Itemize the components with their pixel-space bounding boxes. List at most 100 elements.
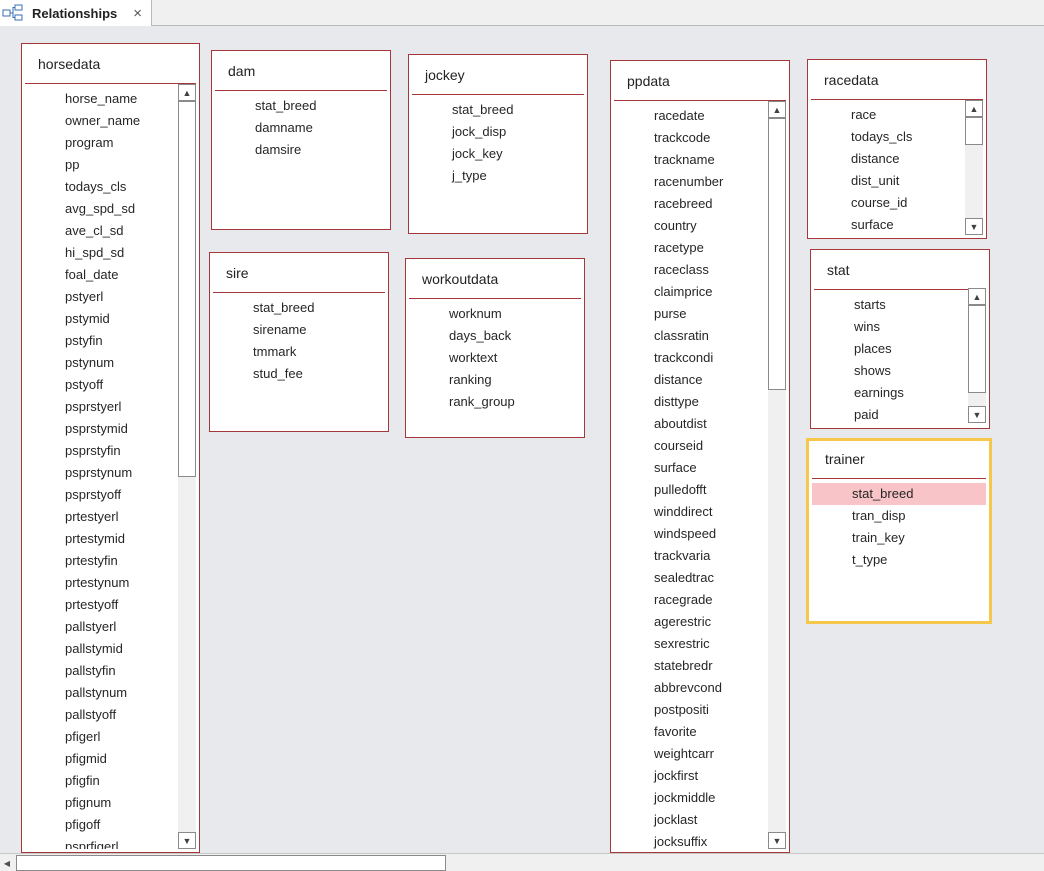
field-places[interactable]: places [814, 338, 968, 360]
vertical-scrollbar[interactable]: ▲ ▼ [968, 288, 986, 423]
field-todays-cls[interactable]: todays_cls [25, 176, 178, 198]
field-paid[interactable]: paid [814, 404, 968, 425]
vertical-scrollbar[interactable]: ▲ ▼ [768, 101, 786, 849]
field-stat-breed[interactable]: stat_breed [213, 297, 385, 319]
field-hi-spd-sd[interactable]: hi_spd_sd [25, 242, 178, 264]
field-owner-name[interactable]: owner_name [25, 110, 178, 132]
field-prtestymid[interactable]: prtestymid [25, 528, 178, 550]
field-wins[interactable]: wins [814, 316, 968, 338]
field-sexrestric[interactable]: sexrestric [614, 633, 768, 655]
field-pstyoff[interactable]: pstyoff [25, 374, 178, 396]
field-pfigerl[interactable]: pfigerl [25, 726, 178, 748]
field-avg-spd-sd[interactable]: avg_spd_sd [25, 198, 178, 220]
field-trackname[interactable]: trackname [614, 149, 768, 171]
field-prtestyerl[interactable]: prtestyerl [25, 506, 178, 528]
table-ppdata[interactable]: ppdata racedate trackcode trackname racenum… [610, 60, 790, 853]
table-title[interactable]: workoutdata [409, 263, 581, 299]
field-prtestynum[interactable]: prtestynum [25, 572, 178, 594]
field-pstymid[interactable]: pstymid [25, 308, 178, 330]
field-tmmark[interactable]: tmmark [213, 341, 385, 363]
tab-relationships[interactable]: Relationships × [0, 0, 152, 26]
field-pallstyerl[interactable]: pallstyerl [25, 616, 178, 638]
field-ranking[interactable]: ranking [409, 369, 581, 391]
field-pfigfin[interactable]: pfigfin [25, 770, 178, 792]
field-prtestyoff[interactable]: prtestyoff [25, 594, 178, 616]
field-race[interactable]: race [811, 104, 965, 126]
field-racebreed[interactable]: racebreed [614, 193, 768, 215]
table-title[interactable]: horsedata [25, 48, 196, 84]
field-trackcode[interactable]: trackcode [614, 127, 768, 149]
field-worktext[interactable]: worktext [409, 347, 581, 369]
horizontal-scrollbar[interactable]: ◀ [0, 853, 1044, 871]
table-horsedata[interactable]: horsedata horse_name owner_name program pp t… [21, 43, 200, 853]
table-title[interactable]: ppdata [614, 65, 786, 101]
field-country[interactable]: country [614, 215, 768, 237]
table-jockey[interactable]: jockey stat_breed jock_disp jock_key j_type [408, 54, 588, 234]
field-damname[interactable]: damname [215, 117, 387, 139]
field-pallstymid[interactable]: pallstymid [25, 638, 178, 660]
scrollbar-thumb[interactable] [16, 855, 446, 871]
table-title[interactable]: dam [215, 55, 387, 91]
field-postpositi[interactable]: postpositi [614, 699, 768, 721]
field-racegrade[interactable]: racegrade [614, 589, 768, 611]
scroll-left-arrow-icon[interactable]: ◀ [0, 856, 14, 870]
table-title[interactable]: stat [814, 254, 986, 290]
field-ave-cl-sd[interactable]: ave_cl_sd [25, 220, 178, 242]
field-pstyerl[interactable]: pstyerl [25, 286, 178, 308]
table-title[interactable]: sire [213, 257, 385, 293]
field-sealedtrac[interactable]: sealedtrac [614, 567, 768, 589]
scroll-up-arrow-icon[interactable]: ▲ [965, 100, 983, 117]
field-pallstyfin[interactable]: pallstyfin [25, 660, 178, 682]
table-title[interactable]: jockey [412, 59, 584, 95]
field-aboutdist[interactable]: aboutdist [614, 413, 768, 435]
table-workoutdata[interactable]: workoutdata worknum days_back worktext rank… [405, 258, 585, 438]
scroll-up-arrow-icon[interactable]: ▲ [178, 84, 196, 101]
field-pallstyoff[interactable]: pallstyoff [25, 704, 178, 726]
table-dam[interactable]: dam stat_breed damname damsire [211, 50, 391, 230]
field-purse[interactable]: purse [614, 303, 768, 325]
scroll-up-arrow-icon[interactable]: ▲ [968, 288, 986, 305]
field-pfignum[interactable]: pfignum [25, 792, 178, 814]
field-psprstyerl[interactable]: psprstyerl [25, 396, 178, 418]
field-pstynum[interactable]: pstynum [25, 352, 178, 374]
field-abbrevcond[interactable]: abbrevcond [614, 677, 768, 699]
field-earnings[interactable]: earnings [814, 382, 968, 404]
field-course-id[interactable]: course_id [811, 192, 965, 214]
field-t-type[interactable]: t_type [812, 549, 986, 571]
field-pfigoff[interactable]: pfigoff [25, 814, 178, 836]
field-racedate[interactable]: racedate [614, 105, 768, 127]
field-surface[interactable]: surface [811, 214, 965, 235]
field-pallstynum[interactable]: pallstynum [25, 682, 178, 704]
scroll-down-arrow-icon[interactable]: ▼ [768, 832, 786, 849]
field-todays-cls[interactable]: todays_cls [811, 126, 965, 148]
field-statebredr[interactable]: statebredr [614, 655, 768, 677]
field-jocksuffix[interactable]: jocksuffix [614, 831, 768, 849]
field-foal-date[interactable]: foal_date [25, 264, 178, 286]
vertical-scrollbar[interactable]: ▲ ▼ [178, 84, 196, 849]
table-racedata[interactable]: racedata race todays_cls distance dist_unit… [807, 59, 987, 239]
field-raceclass[interactable]: raceclass [614, 259, 768, 281]
field-pulledofft[interactable]: pulledofft [614, 479, 768, 501]
field-psprstymid[interactable]: psprstymid [25, 418, 178, 440]
field-stat-breed[interactable]: stat_breed [412, 99, 584, 121]
field-sirename[interactable]: sirename [213, 319, 385, 341]
table-sire[interactable]: sire stat_breed sirename tmmark stud_fee [209, 252, 389, 432]
scroll-down-arrow-icon[interactable]: ▼ [968, 406, 986, 423]
field-trackvaria[interactable]: trackvaria [614, 545, 768, 567]
field-program[interactable]: program [25, 132, 178, 154]
table-trainer[interactable]: trainer stat_breed tran_disp train_key t_ty… [806, 438, 992, 624]
field-courseid[interactable]: courseid [614, 435, 768, 457]
scrollbar-thumb[interactable] [768, 118, 786, 390]
field-damsire[interactable]: damsire [215, 139, 387, 161]
field-jock-key[interactable]: jock_key [412, 143, 584, 165]
field-days-back[interactable]: days_back [409, 325, 581, 347]
field-weightcarr[interactable]: weightcarr [614, 743, 768, 765]
field-windspeed[interactable]: windspeed [614, 523, 768, 545]
vertical-scrollbar[interactable]: ▲ ▼ [965, 100, 983, 235]
scroll-down-arrow-icon[interactable]: ▼ [965, 218, 983, 235]
scroll-down-arrow-icon[interactable]: ▼ [178, 832, 196, 849]
field-distance[interactable]: distance [614, 369, 768, 391]
field-racetype[interactable]: racetype [614, 237, 768, 259]
field-distance[interactable]: distance [811, 148, 965, 170]
field-stud-fee[interactable]: stud_fee [213, 363, 385, 385]
